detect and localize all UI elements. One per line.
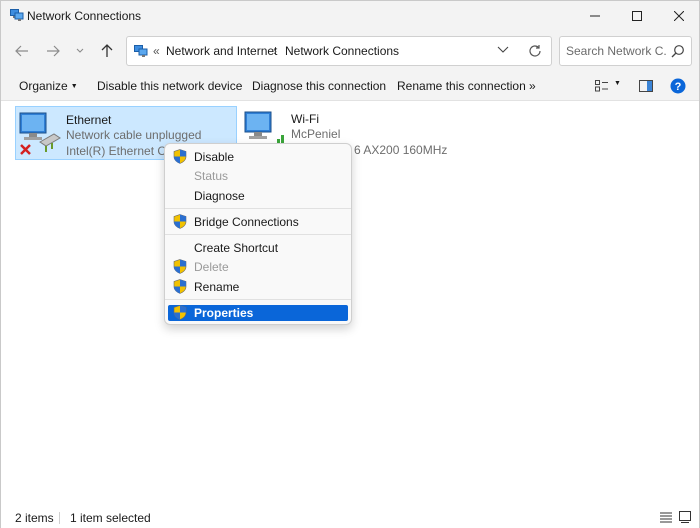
back-button[interactable]	[10, 39, 34, 63]
view-options-caret-icon[interactable]: ▼	[614, 80, 621, 87]
search-input[interactable]	[566, 43, 666, 59]
uac-shield-icon	[173, 214, 187, 229]
up-button[interactable]	[95, 39, 119, 63]
status-bar: 2 items 1 item selected	[1, 506, 699, 528]
menu-item-delete: Delete	[168, 259, 348, 275]
network-folder-icon	[134, 45, 148, 57]
maximize-button[interactable]	[615, 1, 659, 31]
large-icons-view-icon[interactable]	[678, 510, 692, 524]
search-icon[interactable]	[671, 44, 685, 58]
selection-count: 1 item selected	[70, 511, 151, 525]
breadcrumb-separator[interactable]: ›	[273, 44, 277, 58]
search-box[interactable]	[559, 36, 692, 66]
context-menu: Disable Status Diagnose Bridge Connectio…	[164, 143, 352, 325]
network-connections-window: Network Connections « Network and Intern…	[0, 0, 700, 528]
menu-item-create-shortcut[interactable]: Create Shortcut	[168, 240, 348, 256]
organize-label: Organize	[19, 79, 68, 93]
arrow-up-icon	[101, 44, 113, 57]
menu-item-disable[interactable]: Disable	[168, 149, 348, 165]
uac-shield-icon	[173, 305, 187, 320]
connection-status: Network cable unplugged	[66, 128, 202, 142]
recent-locations-button[interactable]	[68, 39, 92, 63]
caret-down-icon: ▼	[70, 83, 78, 90]
menu-item-rename[interactable]: Rename	[168, 279, 348, 295]
menu-item-label: Properties	[194, 306, 254, 320]
disable-device-button[interactable]: Disable this network device	[97, 79, 242, 93]
menu-item-label: Status	[194, 169, 229, 183]
menu-item-label: Create Shortcut	[194, 241, 279, 255]
connection-status: McPeniel	[291, 127, 341, 141]
item-count: 2 items	[15, 511, 54, 525]
chevron-down-icon[interactable]	[497, 46, 509, 54]
minimize-button[interactable]	[573, 1, 617, 31]
menu-item-label: Diagnose	[194, 189, 245, 203]
organize-menu-button[interactable]: Organize ▼	[19, 79, 78, 93]
menu-item-label: Delete	[194, 260, 229, 274]
menu-separator	[165, 208, 351, 209]
close-button[interactable]	[657, 1, 700, 31]
close-icon	[674, 11, 684, 21]
breadcrumb-network-connections[interactable]: Network Connections	[285, 44, 399, 58]
navigation-bar: « Network and Internet › Network Connect…	[1, 31, 699, 71]
address-bar[interactable]: « Network and Internet › Network Connect…	[126, 36, 552, 66]
connection-name: Ethernet	[66, 113, 112, 127]
status-divider	[59, 512, 60, 524]
menu-item-bridge-connections[interactable]: Bridge Connections	[168, 214, 348, 230]
arrow-right-icon	[47, 45, 60, 57]
rename-connection-button[interactable]: Rename this connection	[397, 79, 526, 93]
change-view-icon[interactable]	[595, 80, 609, 92]
menu-item-label: Rename	[194, 280, 240, 294]
connection-name: Wi-Fi	[291, 112, 319, 126]
chevron-down-icon	[76, 48, 84, 53]
uac-shield-icon	[173, 259, 187, 274]
menu-item-properties[interactable]: Properties	[168, 305, 348, 321]
refresh-icon[interactable]	[528, 44, 542, 58]
menu-separator	[165, 299, 351, 300]
menu-item-label: Disable	[194, 150, 235, 164]
ethernet-adapter-icon	[19, 112, 61, 155]
arrow-left-icon	[15, 45, 28, 57]
help-icon[interactable]: ?	[670, 78, 686, 94]
minimize-icon	[590, 15, 600, 17]
forward-button[interactable]	[41, 39, 65, 63]
connection-device: 6 AX200 160MHz	[354, 143, 448, 157]
command-bar: Organize ▼ Disable this network device Di…	[1, 71, 699, 101]
title-bar: Network Connections	[1, 1, 699, 31]
diagnose-connection-button[interactable]: Diagnose this connection	[252, 79, 386, 93]
maximize-icon	[632, 11, 642, 21]
uac-shield-icon	[173, 149, 187, 164]
network-connections-icon	[10, 9, 24, 21]
menu-separator	[165, 234, 351, 235]
svg-text:?: ?	[675, 81, 682, 93]
breadcrumb-network-and-internet[interactable]: Network and Internet	[166, 44, 277, 58]
menu-item-diagnose[interactable]: Diagnose	[168, 188, 348, 204]
details-view-icon[interactable]	[659, 510, 673, 524]
uac-shield-icon	[173, 279, 187, 294]
menu-item-label: Bridge Connections	[194, 215, 299, 229]
preview-pane-icon[interactable]	[639, 80, 653, 92]
more-commands-button[interactable]: »	[529, 79, 536, 93]
breadcrumb-overflow[interactable]: «	[153, 44, 160, 58]
window-title: Network Connections	[27, 9, 142, 23]
menu-item-status: Status	[168, 168, 348, 184]
